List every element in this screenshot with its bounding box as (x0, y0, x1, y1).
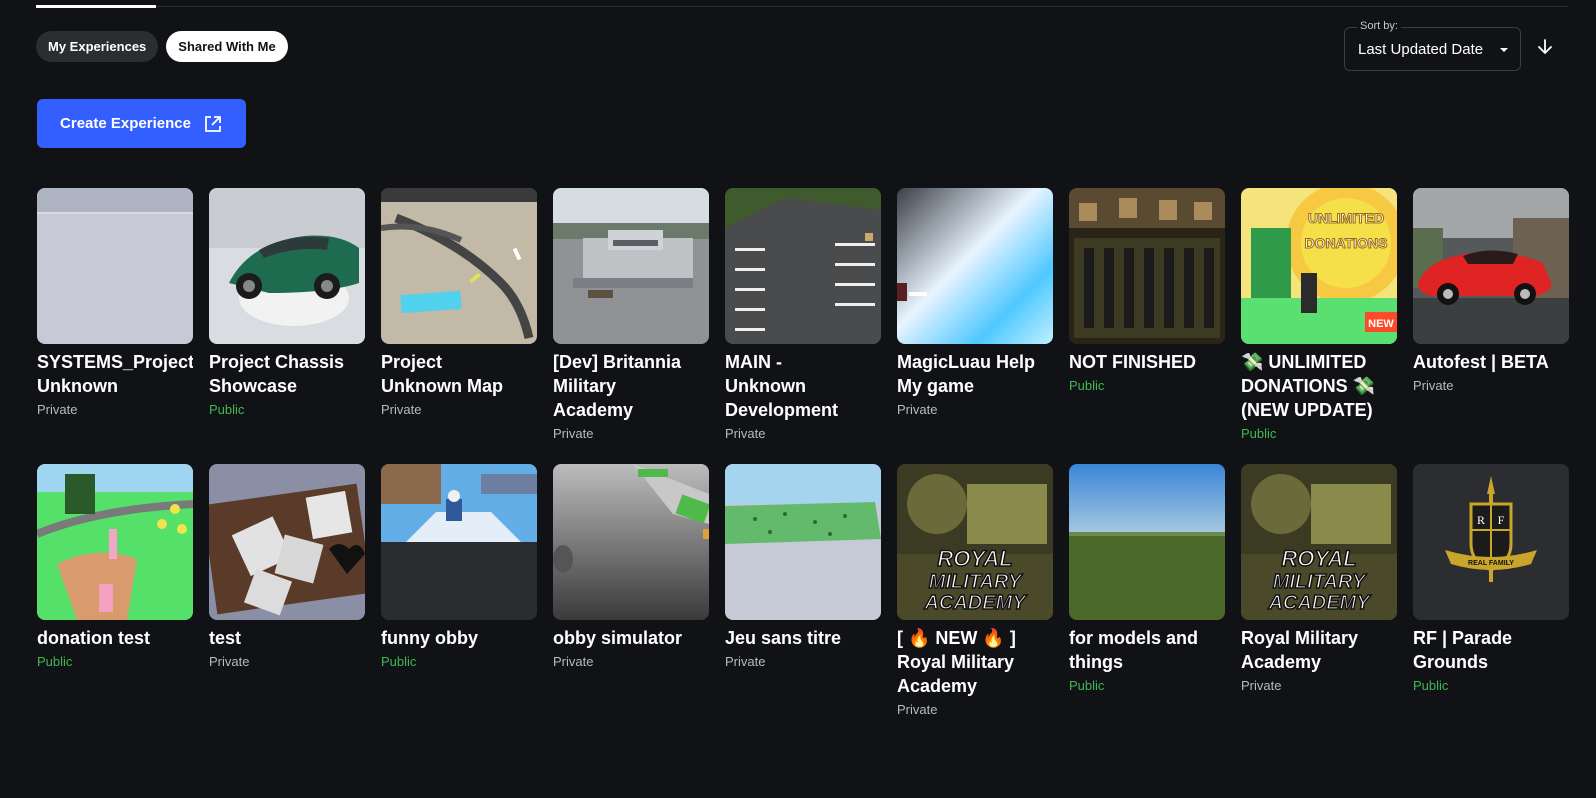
experience-card[interactable]: NOT FINISHED Public (1069, 188, 1225, 446)
experience-title: Jeu sans titre (725, 628, 842, 648)
create-experience-label: Create Experience (60, 115, 191, 132)
arrow-down-icon[interactable] (1533, 35, 1557, 59)
experience-card[interactable]: Project Chassis Showcase Public (209, 188, 365, 446)
experience-status: Private (553, 654, 594, 669)
experience-thumbnail: R F REAL FAMILY (1413, 464, 1569, 620)
experiences-page: My Experiences Shared With Me Sort by: L… (0, 0, 1596, 798)
filter-my-experiences[interactable]: My Experiences (36, 31, 159, 62)
experience-status: Private (1413, 378, 1454, 393)
experience-title: [Dev] Britannia Military Academy (553, 352, 682, 420)
experience-card[interactable]: ROYAL MILITARY ACADEMY [ 🔥 NEW 🔥 ] Royal … (897, 464, 1053, 730)
svg-text:DONATIONS: DONATIONS (1305, 235, 1388, 251)
filter-shared-with-me[interactable]: Shared With Me (166, 31, 288, 62)
experience-status: Private (553, 426, 594, 441)
experience-thumbnail (725, 464, 881, 620)
experience-card[interactable]: funny obby Public (381, 464, 537, 730)
experience-status: Private (209, 654, 250, 669)
experience-title: NOT FINISHED (1069, 352, 1197, 372)
experience-card[interactable]: Jeu sans titre Private (725, 464, 881, 730)
svg-text:F: F (1498, 513, 1505, 527)
caret-down-icon (1500, 48, 1508, 52)
svg-text:R: R (1477, 513, 1485, 527)
sort-label: Sort by: (1357, 20, 1401, 32)
experience-grid: SYSTEMS_Project Unknown Private Project C… (37, 188, 1569, 730)
experience-card[interactable]: obby simulator Private (553, 464, 709, 730)
experience-status: Public (1413, 678, 1449, 693)
svg-text:ROYAL: ROYAL (937, 546, 1012, 571)
svg-text:REAL FAMILY: REAL FAMILY (1468, 560, 1514, 567)
experience-title: funny obby (381, 628, 478, 648)
experience-title: SYSTEMS_Project Unknown (37, 352, 193, 396)
experience-thumbnail: ROYAL MILITARY ACADEMY (897, 464, 1053, 620)
experience-thumbnail: ROYAL MILITARY ACADEMY (1241, 464, 1397, 620)
svg-text:NEW: NEW (1368, 318, 1394, 330)
experience-status: Private (725, 654, 766, 669)
svg-text:MILITARY: MILITARY (929, 571, 1023, 593)
experience-card[interactable]: ROYAL MILITARY ACADEMY Royal Military Aca… (1241, 464, 1397, 730)
tab-divider (36, 5, 1568, 8)
experience-title: Project Unknown Map (381, 352, 503, 396)
experience-title: [ 🔥 NEW 🔥 ] Royal Military Academy (897, 628, 1016, 696)
experience-card[interactable]: MAIN - Unknown Development Private (725, 188, 881, 446)
experience-status: Private (1241, 678, 1282, 693)
experience-card[interactable]: Autofest | BETA Private (1413, 188, 1569, 446)
experience-thumbnail (381, 188, 537, 344)
filter-pills: My Experiences Shared With Me (36, 31, 288, 62)
experience-status: Public (1241, 426, 1277, 441)
experience-title: RF | Parade Grounds (1413, 628, 1513, 672)
experience-status: Public (37, 654, 73, 669)
experience-card[interactable]: SYSTEMS_Project Unknown Private (37, 188, 193, 446)
external-link-icon (205, 115, 221, 132)
experience-thumbnail (897, 188, 1053, 344)
experience-card[interactable]: UNLIMITED DONATIONS NEW 💸 UNLIMITED DONAT… (1241, 188, 1397, 446)
experience-thumbnail (37, 188, 193, 344)
experience-status: Public (1069, 678, 1105, 693)
experience-card[interactable]: donation test Public (37, 464, 193, 730)
svg-text:ACADEMY: ACADEMY (923, 592, 1027, 614)
experience-card[interactable]: MagicLuau Help My game Private (897, 188, 1053, 446)
experience-status: Public (381, 654, 417, 669)
experience-title: MagicLuau Help My game (897, 352, 1036, 396)
create-experience-button[interactable]: Create Experience (37, 99, 246, 148)
experience-title: Royal Military Academy (1241, 628, 1359, 672)
experience-card[interactable]: test Private (209, 464, 365, 730)
svg-text:ROYAL: ROYAL (1281, 546, 1356, 571)
experience-title: Project Chassis Showcase (209, 352, 345, 396)
active-tab-indicator (36, 5, 156, 8)
experience-status: Public (209, 402, 245, 417)
experience-status: Private (725, 426, 766, 441)
experience-thumbnail (1069, 188, 1225, 344)
experience-status: Public (1069, 378, 1105, 393)
experience-thumbnail (37, 464, 193, 620)
experience-title: for models and things (1069, 628, 1199, 672)
svg-text:MILITARY: MILITARY (1273, 571, 1367, 593)
experience-thumbnail (209, 188, 365, 344)
svg-text:ACADEMY: ACADEMY (1267, 592, 1371, 614)
experience-thumbnail (381, 464, 537, 620)
experience-status: Private (37, 402, 78, 417)
experience-thumbnail (553, 188, 709, 344)
experience-card[interactable]: R F REAL FAMILY RF | Parade Grounds Publi… (1413, 464, 1569, 730)
sort-value: Last Updated Date (1358, 41, 1484, 58)
experience-thumbnail (1413, 188, 1569, 344)
experience-thumbnail: UNLIMITED DONATIONS NEW (1241, 188, 1397, 344)
experience-status: Private (897, 402, 938, 417)
experience-title: MAIN - Unknown Development (725, 352, 839, 420)
experience-title: 💸 UNLIMITED DONATIONS 💸 (NEW UPDATE) (1241, 352, 1376, 420)
experience-status: Private (897, 702, 938, 717)
experience-status: Private (381, 402, 422, 417)
svg-text:UNLIMITED: UNLIMITED (1308, 210, 1384, 226)
experience-thumbnail (1069, 464, 1225, 620)
experience-title: donation test (37, 628, 150, 648)
experience-card[interactable]: Project Unknown Map Private (381, 188, 537, 446)
experience-title: Autofest | BETA (1413, 352, 1549, 372)
experience-card[interactable]: for models and things Public (1069, 464, 1225, 730)
experience-thumbnail (209, 464, 365, 620)
sort-dropdown[interactable]: Sort by: Last Updated Date (1344, 20, 1521, 71)
experience-thumbnail (725, 188, 881, 344)
experience-thumbnail (553, 464, 709, 620)
experience-title: test (209, 628, 242, 648)
experience-card[interactable]: [Dev] Britannia Military Academy Private (553, 188, 709, 446)
experience-title: obby simulator (553, 628, 683, 648)
